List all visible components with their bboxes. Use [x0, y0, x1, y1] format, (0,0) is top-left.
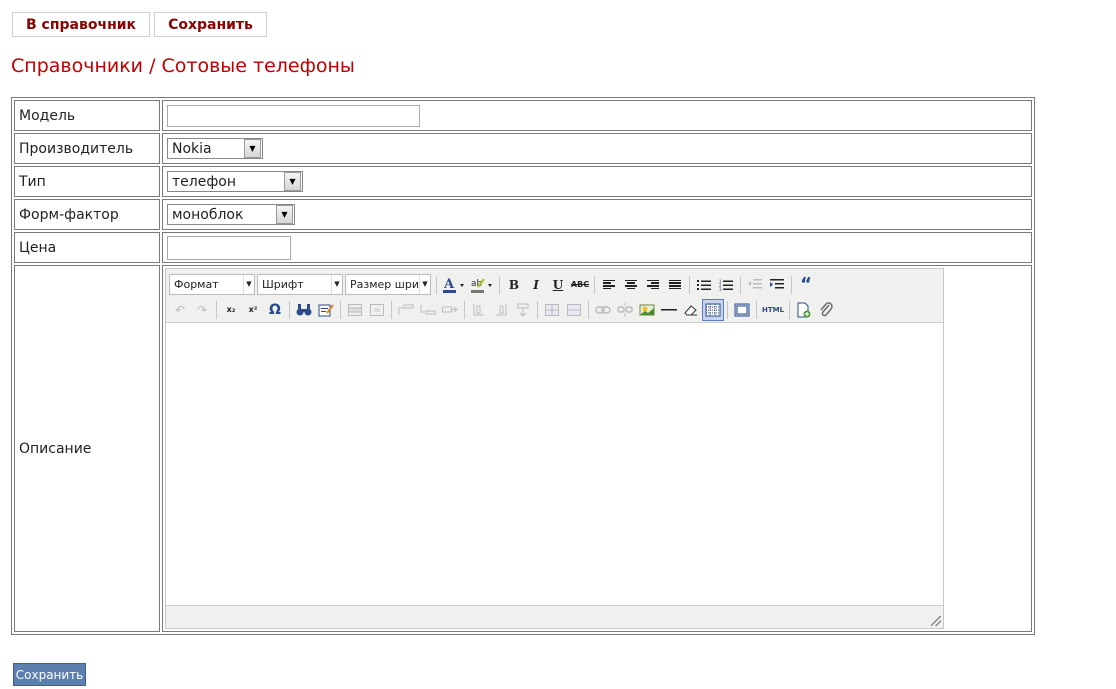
highlight-color-icon[interactable]: ab [468, 274, 496, 296]
dropdown-arrow-icon: ▼ [244, 139, 261, 158]
bullet-list-icon[interactable] [693, 274, 715, 296]
split-cells-icon[interactable] [541, 299, 563, 321]
font-size-select-value: Размер шрифта [350, 278, 419, 291]
manufacturer-label: Производитель [14, 133, 160, 164]
toolbar-separator [537, 300, 538, 319]
price-input[interactable] [167, 235, 291, 260]
dropdown-arrow-icon: ▼ [419, 275, 430, 294]
html-source-icon[interactable]: HTML [760, 299, 786, 321]
edit-form: Модель Производитель Nokia ▼ Тип телефон… [11, 97, 1035, 635]
editor-toolbar-row-1: Формат ▼ Шрифт ▼ Размер шрифта ▼ [169, 272, 940, 297]
delete-row-arrow-icon[interactable] [439, 299, 461, 321]
align-justify-icon[interactable] [664, 274, 686, 296]
outdent-icon[interactable] [744, 274, 766, 296]
insert-row-below-icon[interactable] [417, 299, 439, 321]
subscript-icon[interactable]: x₂ [220, 299, 242, 321]
undo-icon[interactable]: ↶ [169, 299, 191, 321]
merge-cells-icon[interactable] [563, 299, 585, 321]
redo-icon[interactable]: ↷ [191, 299, 213, 321]
dropdown-arrow-icon: ▼ [331, 275, 342, 294]
indent-icon[interactable] [766, 274, 788, 296]
top-toolbar: В справочник Сохранить [12, 12, 267, 37]
form-factor-label: Форм-фактор [14, 199, 160, 230]
rich-text-editor: Формат ▼ Шрифт ▼ Размер шрифта ▼ [165, 268, 944, 629]
toolbar-separator [594, 275, 595, 294]
editor-status-bar [166, 605, 943, 628]
manufacturer-select-value: Nokia [172, 140, 212, 157]
toolbar-separator [289, 300, 290, 319]
toolbar-separator [791, 275, 792, 294]
eraser-icon[interactable] [680, 299, 702, 321]
toolbar-separator [499, 275, 500, 294]
svg-text:3: 3 [719, 287, 722, 291]
insert-file-icon[interactable] [793, 299, 815, 321]
blockquote-icon[interactable]: “ [795, 274, 817, 296]
resize-grip-icon[interactable] [931, 616, 941, 626]
text-color-icon[interactable]: A [440, 274, 468, 296]
underline-icon[interactable]: U [547, 274, 569, 296]
align-left-icon[interactable] [598, 274, 620, 296]
find-icon[interactable] [293, 299, 315, 321]
toolbar-separator [436, 275, 437, 294]
dropdown-arrow-icon: ▼ [284, 172, 301, 191]
format-select[interactable]: Формат ▼ [169, 274, 255, 295]
font-select[interactable]: Шрифт ▼ [257, 274, 343, 295]
attachment-icon[interactable] [815, 299, 837, 321]
price-label: Цена [14, 232, 160, 263]
toolbar-separator [391, 300, 392, 319]
strikethrough-icon[interactable]: ABC [569, 274, 591, 296]
insert-col-before-icon[interactable] [468, 299, 490, 321]
align-right-icon[interactable] [642, 274, 664, 296]
form-factor-select-value: моноблок [172, 206, 244, 223]
insert-row-before-icon[interactable] [344, 299, 366, 321]
image-icon[interactable] [636, 299, 658, 321]
font-size-select[interactable]: Размер шрифта ▼ [345, 274, 431, 295]
model-label: Модель [14, 100, 160, 131]
unlink-icon[interactable] [614, 299, 636, 321]
toolbar-separator [588, 300, 589, 319]
editor-toolbar: Формат ▼ Шрифт ▼ Размер шрифта ▼ [166, 269, 943, 323]
dropdown-arrow-icon: ▼ [243, 275, 254, 294]
model-input[interactable] [167, 104, 420, 127]
page-title: Справочники / Сотовые телефоны [11, 55, 355, 77]
horizontal-rule-icon[interactable] [658, 299, 680, 321]
type-label: Тип [14, 166, 160, 197]
save-top-button[interactable]: Сохранить [154, 12, 267, 37]
delete-col-icon[interactable] [512, 299, 534, 321]
special-char-icon[interactable]: Ω [264, 299, 286, 321]
link-icon[interactable] [592, 299, 614, 321]
description-label: Описание [14, 265, 160, 632]
editor-toolbar-row-2: ↶ ↷ x₂ x² Ω HTML [169, 297, 940, 322]
editor-content-area[interactable] [166, 323, 943, 606]
dropdown-arrow-icon: ▼ [276, 205, 293, 224]
format-select-value: Формат [174, 278, 219, 291]
form-factor-select[interactable]: моноблок ▼ [167, 204, 295, 225]
toolbar-separator [756, 300, 757, 319]
numbered-list-icon[interactable]: 123 [715, 274, 737, 296]
svg-text:A: A [443, 277, 455, 292]
toggle-guidelines-icon[interactable] [702, 298, 724, 321]
manufacturer-select[interactable]: Nokia ▼ [167, 138, 263, 159]
delete-row-icon[interactable] [366, 299, 388, 321]
align-center-icon[interactable] [620, 274, 642, 296]
toolbar-separator [740, 275, 741, 294]
insert-row-above-icon[interactable] [395, 299, 417, 321]
to-directory-button[interactable]: В справочник [12, 12, 151, 37]
insert-col-after-icon[interactable] [490, 299, 512, 321]
toolbar-separator [464, 300, 465, 319]
toolbar-separator [689, 275, 690, 294]
replace-icon[interactable] [315, 299, 337, 321]
toolbar-separator [789, 300, 790, 319]
toolbar-separator [216, 300, 217, 319]
save-bottom-button[interactable]: Сохранить [13, 663, 86, 686]
toolbar-separator [727, 300, 728, 319]
superscript-icon[interactable]: x² [242, 299, 264, 321]
type-select-value: телефон [172, 173, 237, 190]
type-select[interactable]: телефон ▼ [167, 171, 303, 192]
fullscreen-icon[interactable] [731, 299, 753, 321]
toolbar-separator [340, 300, 341, 319]
font-select-value: Шрифт [262, 278, 304, 291]
italic-icon[interactable]: I [525, 274, 547, 296]
bold-icon[interactable]: B [503, 274, 525, 296]
